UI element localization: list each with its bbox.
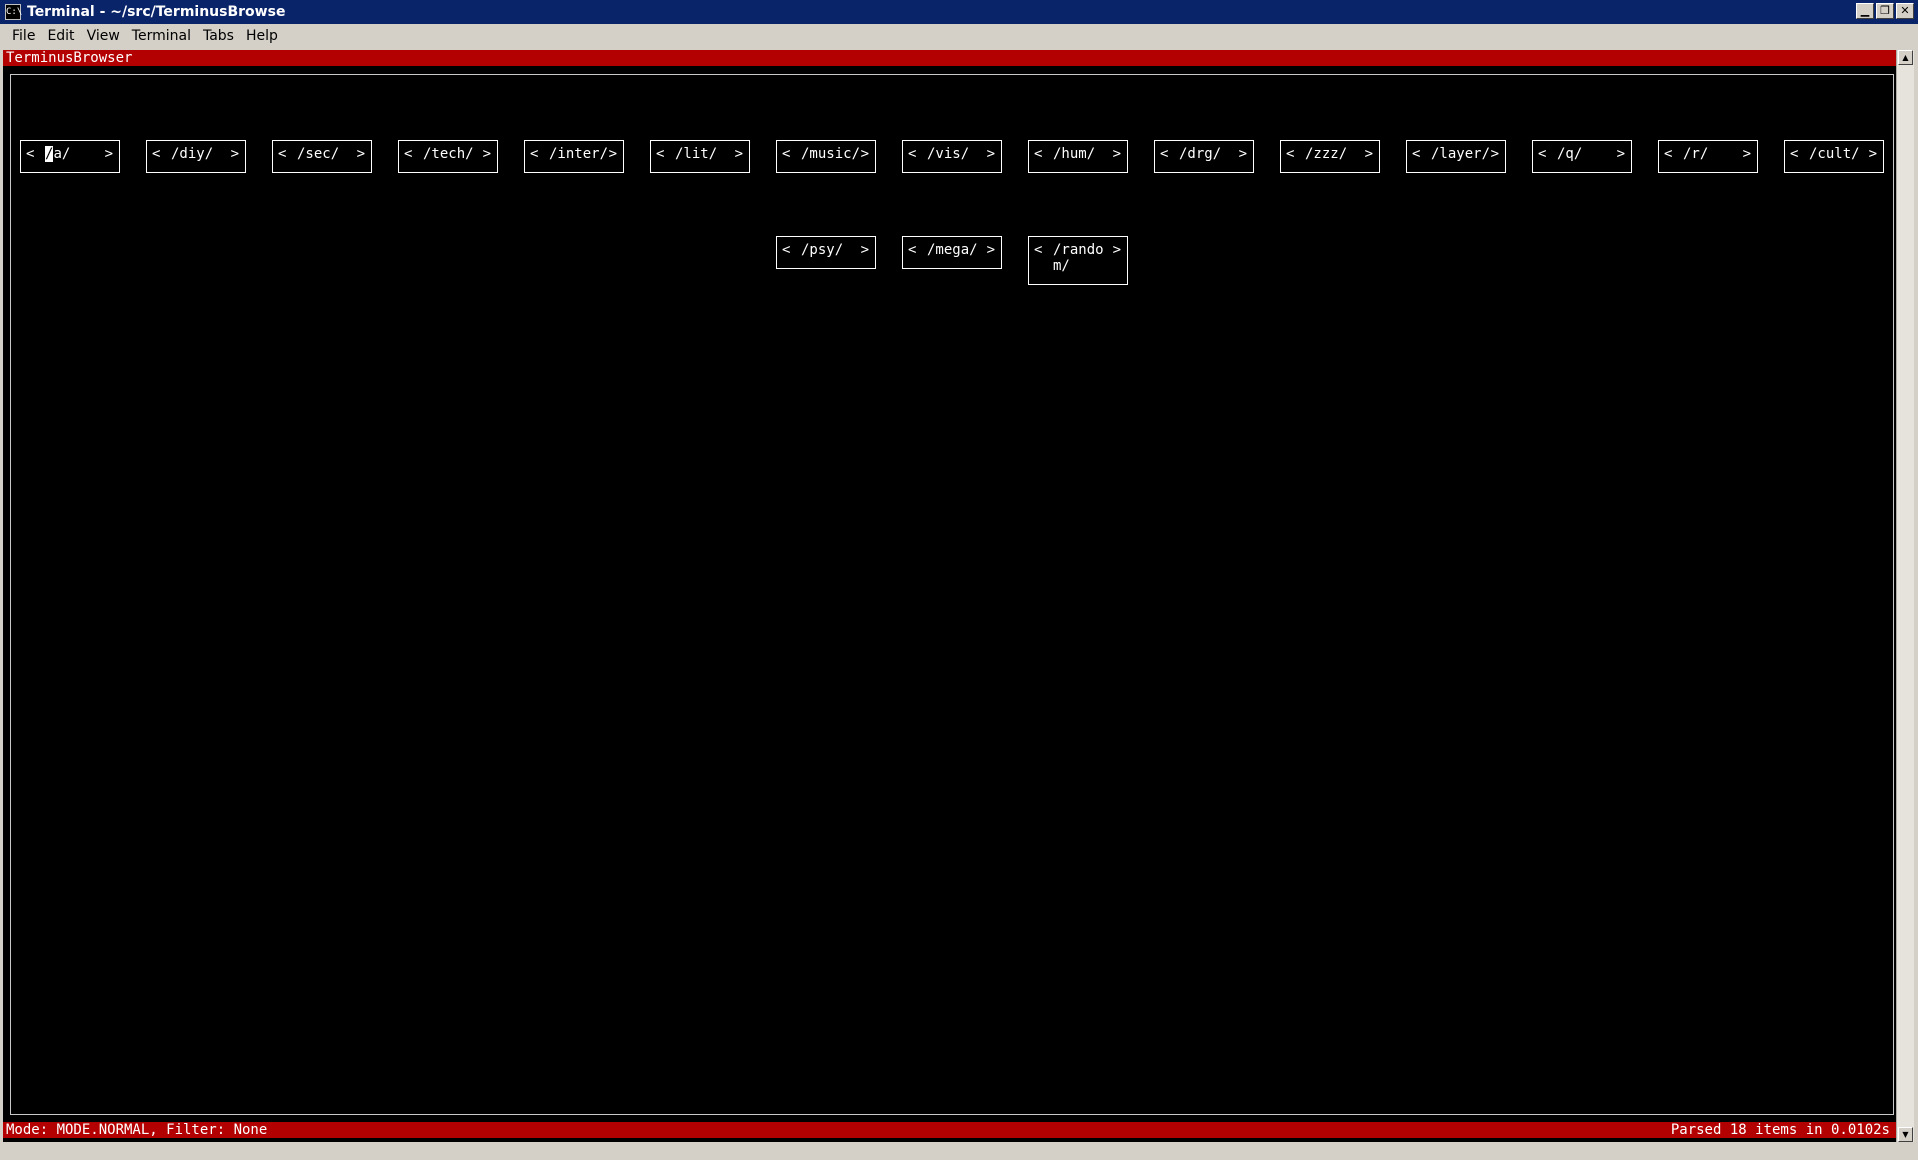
- chevron-left-icon: <: [1034, 242, 1043, 258]
- board-button[interactable]: < /music/>: [776, 140, 876, 173]
- window-titlebar: C:\ Terminal - ~/src/TerminusBrowse ▁ ❐ …: [0, 0, 1918, 24]
- minimize-button[interactable]: ▁: [1856, 3, 1874, 19]
- chevron-right-icon: >: [1238, 146, 1247, 162]
- chevron-left-icon: <: [908, 146, 917, 162]
- board-button[interactable]: < /a/>: [20, 140, 120, 173]
- chevron-right-icon: >: [230, 146, 239, 162]
- board-button[interactable]: < /layer/>: [1406, 140, 1506, 173]
- chevron-left-icon: <: [1160, 146, 1169, 162]
- board-button[interactable]: < /sec/ >: [272, 140, 372, 173]
- board-label: /layer/: [1431, 146, 1491, 162]
- board-label-rest: a/: [53, 146, 71, 162]
- chevron-left-icon: <: [1286, 146, 1295, 162]
- chevron-left-icon: <: [278, 146, 287, 162]
- chevron-right-icon: >: [986, 242, 995, 258]
- app-header: TerminusBrowser: [3, 50, 1896, 66]
- chevron-right-icon: >: [1490, 146, 1499, 162]
- terminal-icon: C:\: [5, 4, 22, 20]
- chevron-right-icon: >: [1112, 242, 1121, 258]
- chevron-right-icon: >: [1112, 146, 1121, 162]
- board-button[interactable]: < /random/ >: [1028, 236, 1128, 285]
- menu-edit[interactable]: Edit: [41, 26, 80, 46]
- window-title: Terminal - ~/src/TerminusBrowse: [27, 4, 286, 20]
- menu-help[interactable]: Help: [240, 26, 284, 46]
- menu-tabs[interactable]: Tabs: [197, 26, 240, 46]
- board-button[interactable]: < /psy/ >: [776, 236, 876, 269]
- board-label: /random/: [1053, 242, 1104, 274]
- chevron-left-icon: <: [1790, 146, 1799, 162]
- board-button[interactable]: < /mega/ >: [902, 236, 1002, 269]
- menu-bar: File Edit View Terminal Tabs Help: [0, 24, 1918, 48]
- chevron-right-icon: >: [482, 146, 491, 162]
- chevron-left-icon: <: [908, 242, 917, 258]
- board-label: /r/: [1683, 146, 1709, 162]
- board-button[interactable]: < /diy/ >: [146, 140, 246, 173]
- board-label: /vis/: [927, 146, 970, 162]
- menu-view[interactable]: View: [81, 26, 126, 46]
- chevron-left-icon: <: [1664, 146, 1673, 162]
- board-label: /hum/: [1053, 146, 1096, 162]
- terminal-viewport[interactable]: TerminusBrowser </a/> </diy/> </sec/> </tec…: [3, 50, 1896, 1142]
- board-label: /sec/: [297, 146, 340, 162]
- board-button[interactable]: < /zzz/ >: [1280, 140, 1380, 173]
- board-label: /q/: [1557, 146, 1583, 162]
- chevron-left-icon: <: [782, 242, 791, 258]
- close-button[interactable]: ✕: [1896, 3, 1914, 19]
- chevron-right-icon: >: [1616, 146, 1625, 162]
- chevron-left-icon: <: [1412, 146, 1421, 162]
- menu-terminal[interactable]: Terminal: [126, 26, 197, 46]
- board-label: /lit/: [675, 146, 718, 162]
- chevron-left-icon: <: [26, 146, 35, 162]
- chevron-right-icon: >: [734, 146, 743, 162]
- board-button[interactable]: < /q/ >: [1532, 140, 1632, 173]
- board-button[interactable]: < /hum/ >: [1028, 140, 1128, 173]
- board-label: /tech/: [423, 146, 474, 162]
- menu-file[interactable]: File: [6, 26, 41, 46]
- board-label: /a/: [45, 146, 109, 162]
- board-button[interactable]: < /lit/ >: [650, 140, 750, 173]
- chevron-right-icon: >: [608, 146, 617, 162]
- board-button[interactable]: < /tech/ >: [398, 140, 498, 173]
- board-label: /inter/: [549, 146, 609, 162]
- chevron-right-icon: >: [860, 242, 869, 258]
- board-label: /mega/: [927, 242, 978, 258]
- chevron-right-icon: >: [1742, 146, 1751, 162]
- chevron-right-icon: >: [356, 146, 365, 162]
- board-button[interactable]: < /r/ >: [1658, 140, 1758, 173]
- board-label: /zzz/: [1305, 146, 1348, 162]
- chevron-right-icon: >: [1868, 146, 1877, 162]
- chevron-left-icon: <: [1034, 146, 1043, 162]
- chevron-right-icon: >: [860, 146, 869, 162]
- board-button[interactable]: < /vis/ >: [902, 140, 1002, 173]
- chevron-left-icon: <: [1538, 146, 1547, 162]
- chevron-right-icon: >: [986, 146, 995, 162]
- chevron-left-icon: <: [656, 146, 665, 162]
- chevron-left-icon: <: [152, 146, 161, 162]
- status-mode: Mode: MODE.NORMAL, Filter: None: [6, 1122, 268, 1138]
- board-label: /music/: [801, 146, 861, 162]
- chevron-right-icon: >: [104, 146, 113, 162]
- board-label: /psy/: [801, 242, 844, 258]
- scroll-up-icon[interactable]: ▲: [1898, 50, 1913, 65]
- chevron-left-icon: <: [782, 146, 791, 162]
- board-button[interactable]: < /drg/ >: [1154, 140, 1254, 173]
- board-label: /diy/: [171, 146, 214, 162]
- maximize-button[interactable]: ❐: [1876, 3, 1894, 19]
- status-parsed: Parsed 18 items in 0.0102s: [1670, 1122, 1890, 1138]
- board-button[interactable]: < /inter/>: [524, 140, 624, 173]
- chevron-left-icon: <: [530, 146, 539, 162]
- window-bottom-edge: [0, 1142, 1918, 1160]
- chevron-left-icon: <: [404, 146, 413, 162]
- status-bar: Mode: MODE.NORMAL, Filter: None Parsed 1…: [3, 1122, 1896, 1138]
- scrollbar[interactable]: ▲ ▼: [1896, 50, 1914, 1142]
- scroll-down-icon[interactable]: ▼: [1898, 1127, 1913, 1142]
- board-label: /cult/: [1809, 146, 1860, 162]
- board-list-frame: [10, 74, 1894, 1115]
- board-label: /drg/: [1179, 146, 1222, 162]
- window-controls: ▁ ❐ ✕: [1856, 3, 1914, 19]
- board-button[interactable]: < /cult/ >: [1784, 140, 1884, 173]
- chevron-right-icon: >: [1364, 146, 1373, 162]
